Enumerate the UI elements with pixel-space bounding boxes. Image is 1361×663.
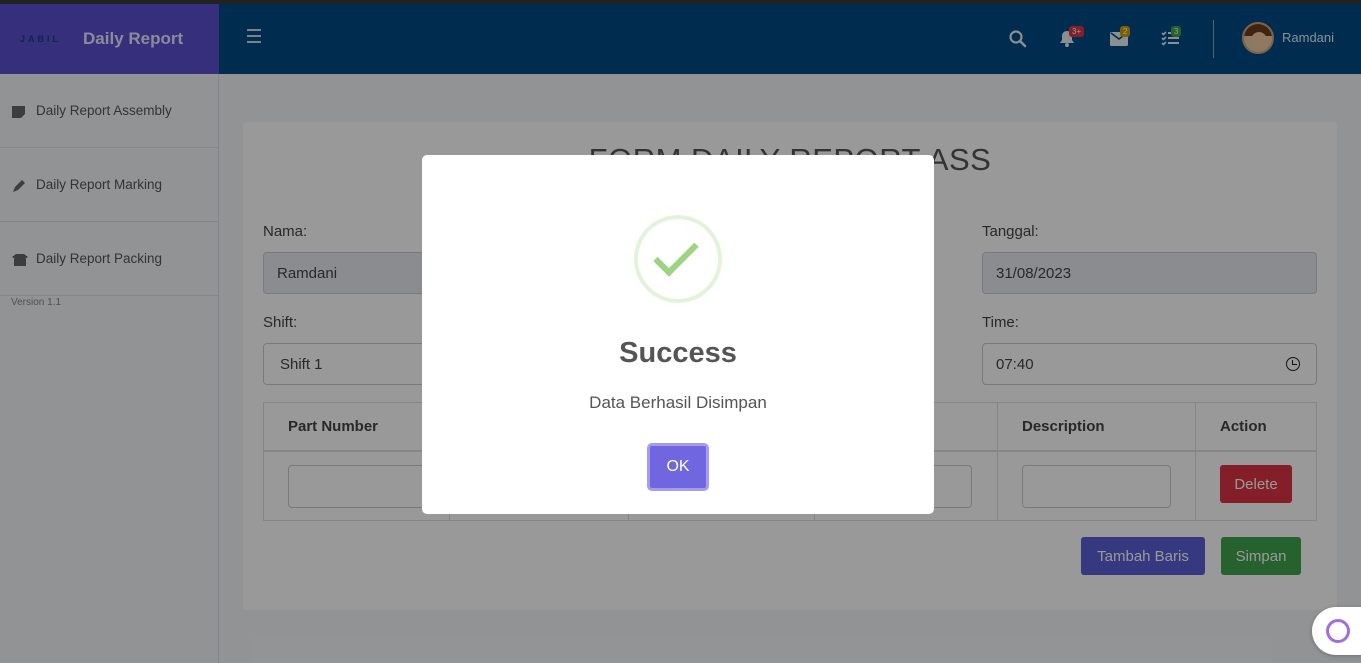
brain-icon [1326,619,1350,643]
floating-assistant-widget[interactable] [1312,607,1361,655]
success-dialog: Success Data Berhasil Disimpan OK [422,155,934,514]
dialog-title: Success [619,337,737,369]
dialog-message: Data Berhasil Disimpan [589,393,767,412]
ok-button[interactable]: OK [647,443,709,491]
success-check-icon [634,215,722,303]
